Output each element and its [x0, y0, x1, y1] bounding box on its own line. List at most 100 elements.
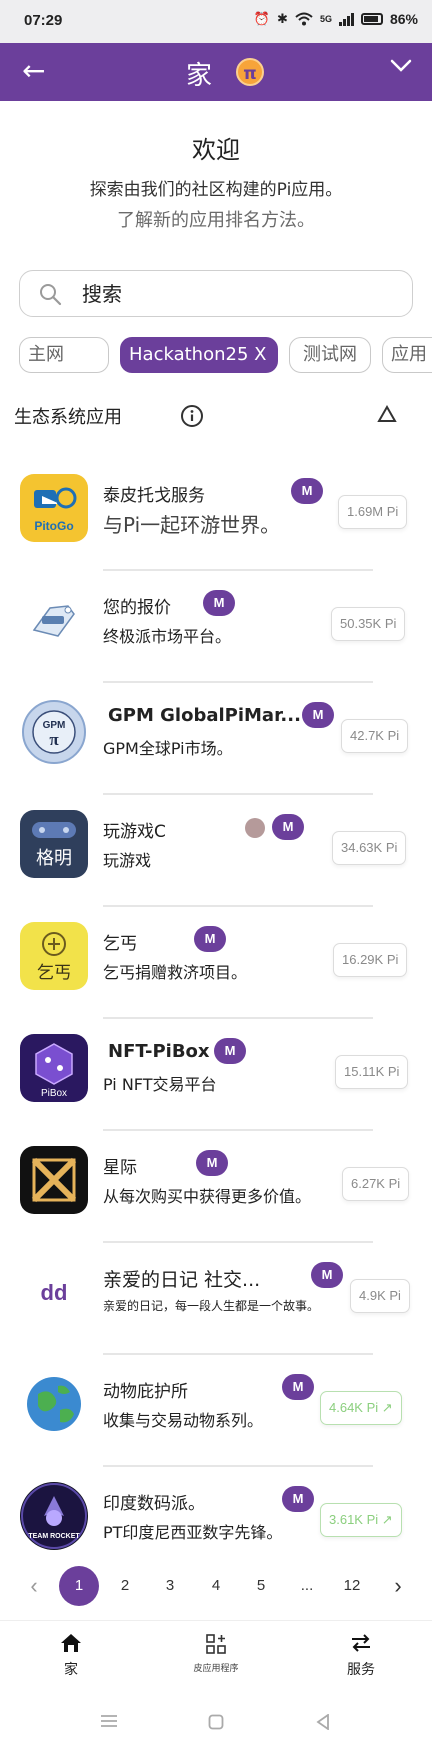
gaming-app-icon: 格明	[20, 810, 88, 878]
status-icons: ⏰ ✱ 5G 86%	[254, 11, 418, 27]
page-4-button[interactable]: 4	[196, 1566, 236, 1606]
app-name: GPM GlobalPiMar...	[108, 705, 301, 726]
prev-page-button[interactable]: ‹	[14, 1566, 54, 1606]
pi-amount-badge: 16.29K Pi	[333, 943, 408, 977]
app-description: 从每次购买中获得更多价值。	[103, 1187, 312, 1206]
app-description: 乞丐捐赠救济项目。	[103, 963, 248, 982]
gaming-icon-text: 格明	[36, 848, 72, 869]
pitogo-icon-text: PitoGo	[34, 519, 73, 533]
pi-amount-badge: 6.27K Pi	[342, 1167, 410, 1201]
pi-amount: 3.61K Pi	[329, 1512, 379, 1527]
mainnet-badge: M	[291, 478, 323, 504]
app-name: 亲爱的日记 社交...	[103, 1269, 261, 1291]
nav-pi-apps-label: 皮应用程序	[193, 1664, 239, 1674]
app-row[interactable]: PitoGo 泰皮托戈服务 M 与Pi一起环游世界。 1.69M Pi	[0, 465, 432, 577]
mainnet-badge: M	[214, 1038, 246, 1064]
search-box[interactable]	[19, 270, 413, 317]
divider	[103, 905, 373, 907]
app-row[interactable]: 动物庇护所 M 收集与交易动物系列。 4.64K Pi ↗	[0, 1361, 432, 1473]
mainnet-badge: M	[196, 1150, 228, 1176]
next-page-button[interactable]: ›	[378, 1566, 418, 1606]
divider	[103, 793, 373, 795]
pi-logo-icon: π	[236, 58, 264, 86]
divider	[103, 1241, 373, 1243]
app-description: PT印度尼西亚数字先锋。	[103, 1523, 283, 1542]
page-12-button[interactable]: 12	[332, 1566, 372, 1606]
page-ellipsis: ...	[300, 1577, 314, 1594]
page-5-button[interactable]: 5	[241, 1566, 281, 1606]
app-description: 亲爱的日记，每一段人生都是一个故事。	[103, 1299, 320, 1313]
tab-hackathon[interactable]: Hackathon25 X	[120, 337, 278, 373]
search-icon	[40, 284, 62, 306]
wifi-icon	[295, 12, 313, 26]
mainnet-badge: M	[203, 590, 235, 616]
divider	[103, 681, 373, 683]
trending-up-icon: ↗	[381, 1400, 393, 1415]
mainnet-badge: M	[194, 926, 226, 952]
diary-icon-text: dd	[41, 1280, 68, 1305]
recents-icon[interactable]	[100, 1714, 118, 1728]
home-button-icon[interactable]	[208, 1714, 224, 1730]
mainnet-badge: M	[282, 1486, 314, 1512]
app-name: 您的报价	[103, 598, 171, 618]
pi-glyph: π	[49, 730, 59, 749]
app-name: 星际	[103, 1158, 137, 1178]
app-row[interactable]: 星际 M 从每次购买中获得更多价值。 6.27K Pi	[0, 1137, 432, 1249]
divider	[103, 1017, 373, 1019]
back-arrow-icon[interactable]: ←	[22, 55, 45, 87]
pibox-icon-text: PiBox	[41, 1088, 67, 1099]
app-description: GPM全球Pi市场。	[103, 739, 233, 758]
pi-amount-badge: 34.63K Pi	[332, 831, 407, 865]
app-name: NFT-PiBox	[108, 1041, 210, 1062]
welcome-subtitle: 探索由我们的社区构建的Pi应用。	[89, 180, 343, 200]
swap-arrows-icon	[352, 1634, 370, 1652]
pi-amount-badge: 4.9K Pi	[350, 1279, 410, 1313]
battery-icon	[360, 13, 383, 25]
collapse-triangle-icon[interactable]	[377, 405, 397, 423]
app-row[interactable]: 乞丐 乞丐 M 乞丐捐赠救济项目。 16.29K Pi	[0, 913, 432, 1025]
app-row[interactable]: 格明 玩游戏C M 玩游戏 34.63K Pi	[0, 801, 432, 913]
tab-testnet[interactable]: 测试网	[289, 337, 371, 373]
apps-grid-icon	[206, 1634, 226, 1654]
divider	[103, 1353, 373, 1355]
mainnet-badge: M	[302, 702, 334, 728]
app-description: Pi NFT交易平台	[103, 1075, 217, 1094]
pi-amount-badge: 15.11K Pi	[335, 1055, 409, 1089]
filter-tabs: 主网 Hackathon25 X 测试网 应用	[19, 337, 432, 375]
bluetooth-icon: ✱	[277, 11, 288, 26]
nav-services-label: 服务	[347, 1662, 375, 1678]
page-3-button[interactable]: 3	[150, 1566, 190, 1606]
your-offer-app-icon	[20, 586, 88, 654]
ranking-method-link[interactable]: 了解新的应用排名方法。	[0, 206, 432, 232]
app-row[interactable]: dd 亲爱的日记 社交... M 亲爱的日记，每一段人生都是一个故事。 4.9K…	[0, 1249, 432, 1361]
pi-amount-badge: 50.35K Pi	[331, 607, 406, 641]
nav-home[interactable]: 家	[50, 1633, 92, 1679]
status-time: 07:29	[24, 12, 63, 29]
welcome-title: 欢迎	[192, 136, 240, 164]
tab-mainnet[interactable]: 主网	[19, 337, 109, 373]
section-title: 生态系统应用	[14, 407, 122, 428]
app-row[interactable]: PiBox NFT-PiBox M Pi NFT交易平台 15.11K Pi	[0, 1025, 432, 1137]
mainnet-badge: M	[282, 1374, 314, 1400]
info-icon[interactable]	[180, 404, 204, 428]
page-2-button[interactable]: 2	[105, 1566, 145, 1606]
app-row[interactable]: GPM π GPM GlobalPiMar... M GPM全球Pi市场。 42.…	[0, 689, 432, 801]
mainnet-badge: M	[311, 1262, 343, 1288]
tab-apps[interactable]: 应用	[382, 337, 432, 373]
animal-shelter-app-icon	[20, 1370, 88, 1438]
avatar	[245, 818, 265, 838]
search-input[interactable]	[82, 280, 382, 308]
app-name: 玩游戏C	[103, 822, 166, 842]
pi-amount: 4.64K Pi	[329, 1400, 379, 1415]
app-description: 终极派市场平台。	[103, 627, 232, 646]
app-row[interactable]: 您的报价 M 终极派市场平台。 50.35K Pi	[0, 577, 432, 689]
nav-services[interactable]: 服务	[340, 1633, 382, 1679]
divider	[103, 569, 373, 571]
chevron-down-icon[interactable]	[390, 59, 412, 73]
divider	[103, 1465, 373, 1467]
home-icon	[61, 1634, 81, 1652]
back-triangle-icon[interactable]	[316, 1714, 330, 1730]
beggar-icon-text: 乞丐	[37, 963, 71, 983]
page-1-button[interactable]: 1	[59, 1566, 99, 1606]
nav-pi-apps[interactable]: 皮应用程序	[178, 1633, 254, 1674]
